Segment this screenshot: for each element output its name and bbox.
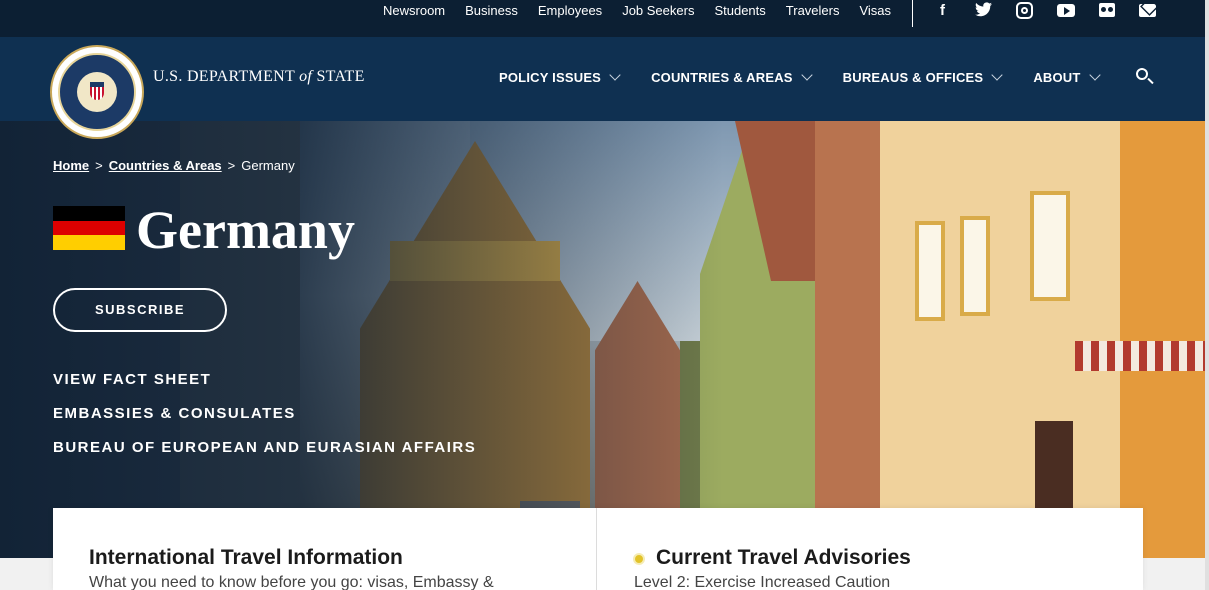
seal-ring <box>58 53 136 131</box>
utility-divider <box>912 0 913 27</box>
facebook-icon[interactable]: f <box>934 2 951 19</box>
seal-shield-icon <box>90 82 104 100</box>
utility-link-students[interactable]: Students <box>714 0 765 22</box>
utility-link-newsroom[interactable]: Newsroom <box>383 0 445 22</box>
primary-nav: POLICY ISSUES COUNTRIES & AREAS BUREAUS … <box>499 69 1131 85</box>
germany-flag-icon <box>53 206 125 250</box>
utility-link-business[interactable]: Business <box>465 0 518 22</box>
page-title: Germany <box>136 200 355 260</box>
nav-about[interactable]: ABOUT <box>1033 69 1101 85</box>
breadcrumb-countries-areas[interactable]: Countries & Areas <box>109 158 222 173</box>
email-icon[interactable] <box>1139 4 1156 17</box>
info-cards: International Travel Information What yo… <box>53 508 1143 590</box>
breadcrumb-current: Germany <box>241 158 295 173</box>
brand-of: of <box>299 68 313 85</box>
flickr-icon[interactable] <box>1099 3 1115 17</box>
flag-stripe-red <box>53 220 125 236</box>
seal-eagle <box>77 72 117 112</box>
chevron-down-icon <box>991 69 1003 81</box>
flag-stripe-black <box>53 206 125 221</box>
utility-link-employees[interactable]: Employees <box>538 0 602 22</box>
nav-bureaus-offices[interactable]: BUREAUS & OFFICES <box>842 69 1003 85</box>
nav-label: COUNTRIES & AREAS <box>651 70 793 85</box>
card-title: International Travel Information <box>89 546 403 569</box>
utility-link-visas[interactable]: Visas <box>859 0 891 22</box>
card-title: Current Travel Advisories <box>656 546 911 569</box>
instagram-icon[interactable] <box>1016 2 1033 19</box>
card-subtitle: What you need to know before you go: vis… <box>89 574 494 590</box>
nav-policy-issues[interactable]: POLICY ISSUES <box>499 69 621 85</box>
travel-advisories-card[interactable]: Current Travel Advisories Level 2: Exerc… <box>598 508 1143 590</box>
breadcrumb: Home > Countries & Areas > Germany <box>53 158 295 173</box>
card-subtitle: Level 2: Exercise Increased Caution <box>634 574 891 590</box>
breadcrumb-separator: > <box>227 158 236 173</box>
hero-links: VIEW FACT SHEET EMBASSIES & CONSULATES B… <box>53 372 476 474</box>
search-icon[interactable] <box>1136 68 1148 80</box>
department-seal-logo[interactable] <box>50 45 144 139</box>
brand-main: U.S. DEPARTMENT <box>153 68 295 85</box>
chevron-down-icon <box>801 69 813 81</box>
bureau-european-eurasian-affairs-link[interactable]: BUREAU OF EUROPEAN AND EURASIAN AFFAIRS <box>53 440 476 474</box>
page-scrollbar[interactable] <box>1205 0 1209 590</box>
view-fact-sheet-link[interactable]: VIEW FACT SHEET <box>53 372 476 406</box>
nav-label: POLICY ISSUES <box>499 70 602 85</box>
chevron-down-icon <box>609 69 621 81</box>
utility-links: Newsroom Business Employees Job Seekers … <box>383 0 911 22</box>
breadcrumb-separator: > <box>95 158 103 173</box>
main-nav: U.S. DEPARTMENT of STATE POLICY ISSUES C… <box>0 37 1205 139</box>
social-links: f <box>934 2 1180 19</box>
nav-label: ABOUT <box>1033 70 1081 85</box>
advisory-level-dot-icon <box>633 553 645 565</box>
travel-information-card[interactable]: International Travel Information What yo… <box>53 508 597 590</box>
youtube-icon[interactable] <box>1057 4 1075 17</box>
hero-banner: Home > Countries & Areas > Germany Germany S… <box>0 121 1205 558</box>
flag-stripe-gold <box>53 235 125 250</box>
brand-end: STATE <box>316 68 365 85</box>
subscribe-button[interactable]: SUBSCRIBE <box>53 288 227 332</box>
utility-link-travelers[interactable]: Travelers <box>786 0 840 22</box>
embassies-consulates-link[interactable]: EMBASSIES & CONSULATES <box>53 406 476 440</box>
site-brand[interactable]: U.S. DEPARTMENT of STATE <box>153 68 365 86</box>
twitter-icon[interactable] <box>975 2 992 19</box>
nav-label: BUREAUS & OFFICES <box>842 70 984 85</box>
utility-link-job-seekers[interactable]: Job Seekers <box>622 0 694 22</box>
chevron-down-icon <box>1088 69 1101 81</box>
utility-bar: Newsroom Business Employees Job Seekers … <box>0 0 1205 37</box>
breadcrumb-home[interactable]: Home <box>53 158 89 173</box>
hero-overlay <box>0 121 1205 558</box>
nav-countries-areas[interactable]: COUNTRIES & AREAS <box>651 69 813 85</box>
